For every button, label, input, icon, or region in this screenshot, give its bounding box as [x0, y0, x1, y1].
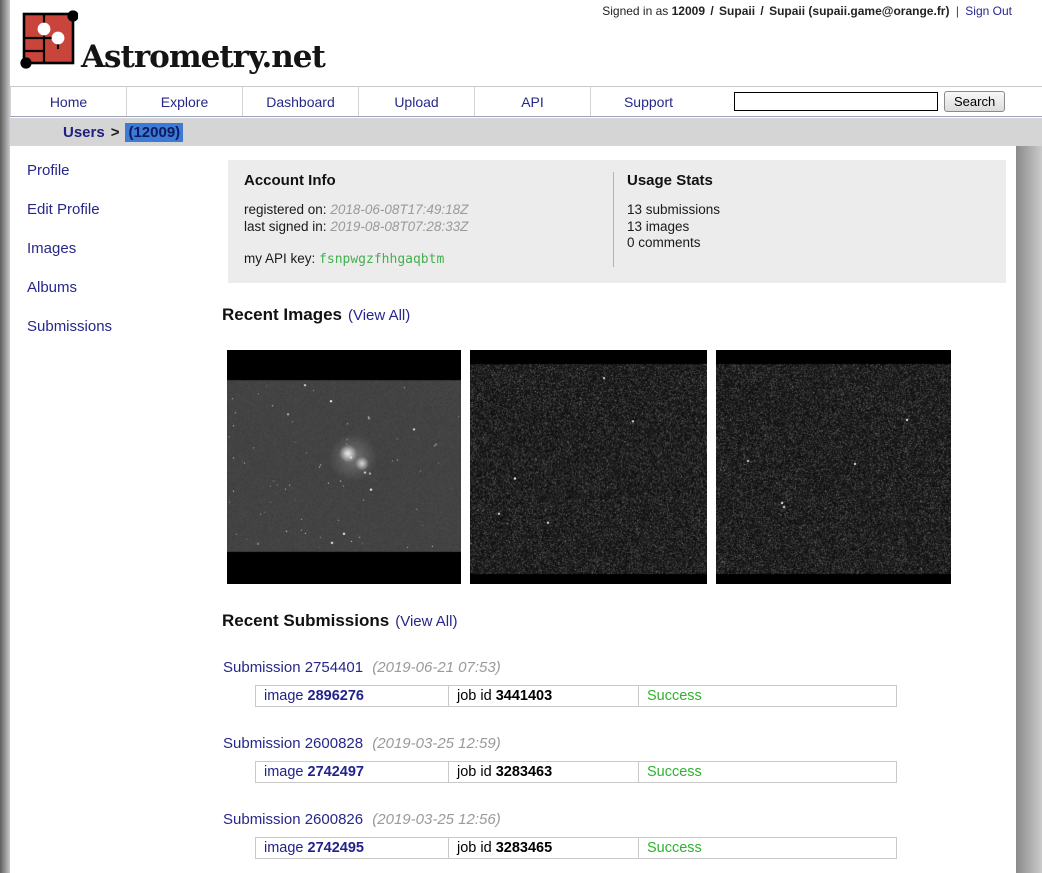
submission-link[interactable]: Submission 2754401 [223, 659, 363, 676]
stat-comments: 0 comments [627, 235, 701, 250]
status-cell: Success [638, 761, 897, 783]
nav-item-dashboard[interactable]: Dashboard [242, 87, 358, 116]
image-id-link[interactable]: 2896276 [308, 688, 364, 704]
main-content: Account Info registered on: 2018-06-08T1… [222, 146, 1022, 859]
nav-item-support[interactable]: Support [590, 87, 706, 116]
window-edge-shadow-left [0, 0, 10, 873]
breadcrumb: Users > (12009) [0, 118, 1042, 146]
registered-on-label: registered on: [244, 202, 327, 217]
image-cell: image 2742497 [255, 761, 449, 783]
astrometry-logo-icon [20, 8, 79, 75]
signin-separator: / [760, 4, 764, 18]
table-row: image 2896276 job id 3441403 Success [255, 685, 897, 707]
account-info-panel: Account Info registered on: 2018-06-08T1… [228, 160, 1006, 283]
signin-status-line: Signed in as 12009 / Supaii / Supaii (su… [602, 4, 1012, 18]
nav-item-explore[interactable]: Explore [126, 87, 242, 116]
api-key-value: fsnpwgzfhhgaqbtm [319, 252, 445, 267]
submission-date: (2019-03-25 12:59) [372, 735, 501, 752]
submission-block: Submission 2754401 (2019-06-21 07:53) im… [222, 659, 1022, 707]
recent-image-thumbnail-2[interactable] [470, 350, 707, 584]
account-info-column: Account Info registered on: 2018-06-08T1… [228, 172, 613, 267]
sidebar-item-submissions[interactable]: Submissions [27, 318, 197, 335]
table-row: image 2742495 job id 3283465 Success [255, 837, 897, 859]
submission-block: Submission 2600826 (2019-03-25 12:56) im… [222, 811, 1022, 859]
sidebar-item-edit-profile[interactable]: Edit Profile [27, 201, 197, 218]
submission-table: image 2896276 job id 3441403 Success [255, 685, 897, 707]
status-cell: Success [638, 685, 897, 707]
signin-pipe: | [955, 4, 959, 18]
submission-link[interactable]: Submission 2600828 [223, 735, 363, 752]
image-cell: image 2896276 [255, 685, 449, 707]
recent-images-row [227, 350, 1022, 584]
job-id-cell: job id 3441403 [448, 685, 639, 707]
sidebar-item-profile[interactable]: Profile [27, 162, 197, 179]
stat-images: 13 images [627, 218, 690, 234]
main-nav: Home Explore Dashboard Upload API Suppor… [10, 86, 1042, 117]
search-input[interactable] [734, 92, 938, 111]
recent-images-heading: Recent Images (View All) [222, 305, 411, 324]
signin-prefix: Signed in as [602, 4, 669, 18]
job-id-value: 3441403 [495, 688, 553, 704]
submission-block: Submission 2600828 (2019-03-25 12:59) im… [222, 735, 1022, 783]
sign-out-link[interactable]: Sign Out [965, 4, 1012, 18]
logo-link[interactable]: Astrometry.net [20, 8, 326, 75]
recent-image-thumbnail-1[interactable] [227, 350, 461, 584]
breadcrumb-separator: > [110, 123, 120, 141]
recent-images-view-all-link[interactable]: (View All) [348, 307, 410, 324]
nav-item-upload[interactable]: Upload [358, 87, 474, 116]
signin-separator: / [710, 4, 714, 18]
nav-item-home[interactable]: Home [10, 87, 126, 116]
last-signed-in-value: 2019-08-08T07:28:33Z [330, 218, 469, 234]
account-info-title: Account Info [244, 172, 336, 189]
breadcrumb-current-user: (12009) [125, 122, 184, 142]
window-edge-shadow-right [1016, 146, 1042, 873]
image-id-link[interactable]: 2742495 [308, 840, 364, 856]
submission-date: (2019-06-21 07:53) [372, 659, 501, 676]
logo-wordmark: Astrometry.net [81, 39, 326, 75]
job-id-value: 3283463 [495, 764, 553, 780]
table-row: image 2742497 job id 3283463 Success [255, 761, 897, 783]
image-id-link[interactable]: 2742497 [308, 764, 364, 780]
sidebar-item-albums[interactable]: Albums [27, 279, 197, 296]
sidebar: Profile Edit Profile Images Albums Submi… [27, 162, 197, 357]
registered-on-value: 2018-06-08T17:49:18Z [330, 202, 469, 217]
status-cell: Success [638, 837, 897, 859]
signin-user-id: 12009 [671, 4, 705, 18]
job-id-cell: job id 3283465 [448, 837, 639, 859]
search-button[interactable]: Search [944, 91, 1006, 112]
recent-submissions-heading: Recent Submissions (View All) [222, 611, 458, 630]
nav-item-api[interactable]: API [474, 87, 590, 116]
submission-table: image 2742495 job id 3283465 Success [255, 837, 897, 859]
search-area: Search [734, 87, 1006, 116]
signin-account: Supaii (supaii.game@orange.fr) [769, 4, 950, 18]
last-signed-in-label: last signed in: [244, 218, 327, 234]
recent-submissions-view-all-link[interactable]: (View All) [395, 613, 457, 630]
stat-submissions: 13 submissions [627, 202, 721, 217]
job-id-cell: job id 3283463 [448, 761, 639, 783]
job-id-value: 3283465 [495, 840, 553, 856]
signin-username: Supaii [719, 4, 756, 18]
sidebar-item-images[interactable]: Images [27, 240, 197, 257]
api-key-label: my API key: [244, 251, 316, 266]
submission-link[interactable]: Submission 2600826 [223, 811, 363, 828]
submission-date: (2019-03-25 12:56) [372, 811, 501, 828]
submission-table: image 2742497 job id 3283463 Success [255, 761, 897, 783]
usage-stats-title: Usage Stats [627, 172, 713, 189]
usage-stats-column: Usage Stats 13 submissions 13 images 0 c… [613, 172, 1006, 267]
image-cell: image 2742495 [255, 837, 449, 859]
breadcrumb-users-link[interactable]: Users [63, 124, 105, 141]
recent-image-thumbnail-3[interactable] [716, 350, 951, 584]
